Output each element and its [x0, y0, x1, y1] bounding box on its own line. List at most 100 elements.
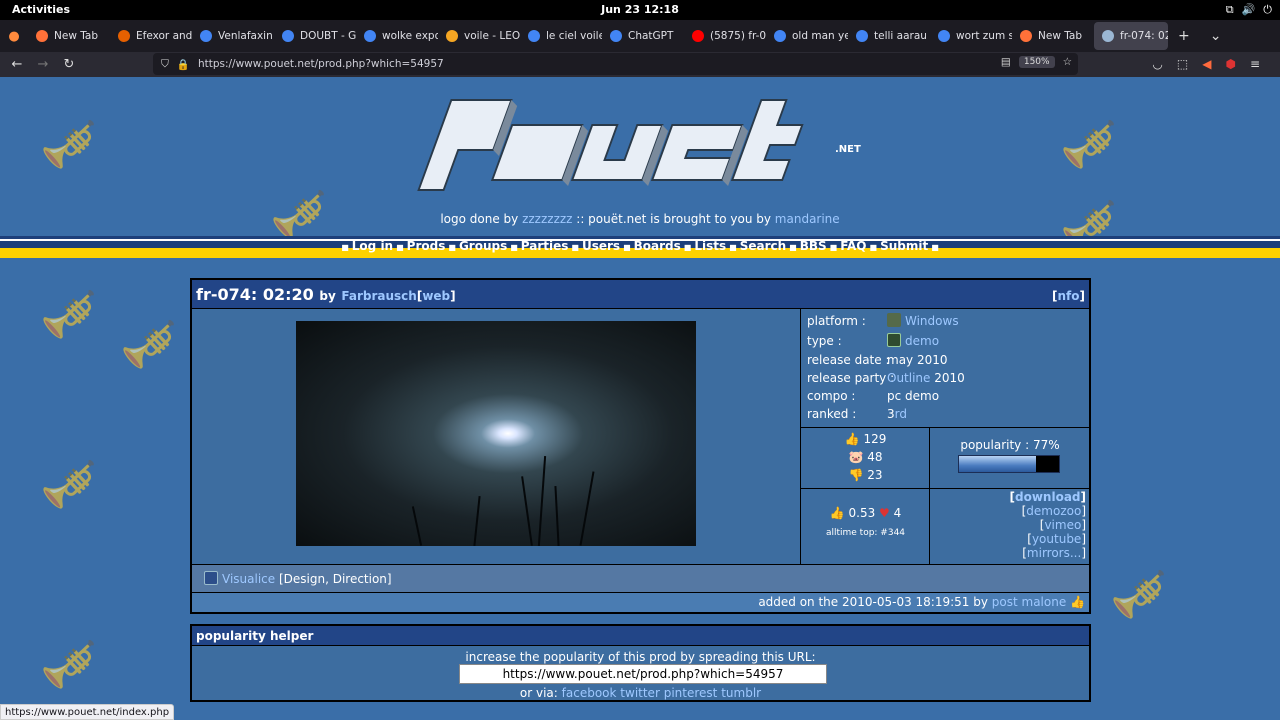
forward-button[interactable]: →	[30, 57, 56, 72]
popularity-helper-box: popularity helper increase the popularit…	[190, 624, 1091, 702]
browser-tab[interactable]: wolke expo	[356, 22, 438, 50]
download-link[interactable]: mirrors...	[1027, 546, 1081, 560]
share-link[interactable]: pinterest	[664, 686, 718, 700]
download-link[interactable]: youtube	[1032, 532, 1081, 546]
menu-item[interactable]: Parties	[521, 239, 569, 253]
menu-item[interactable]: BBS	[800, 239, 827, 253]
ublock-icon[interactable]: ⬢	[1225, 57, 1235, 71]
reader-view-icon[interactable]: ▤	[1001, 56, 1011, 68]
browser-tab[interactable]: wort zum sc	[930, 22, 1012, 50]
power-icon: ⏻	[1263, 3, 1272, 16]
logo-author-link[interactable]: zzzzzzzz	[522, 212, 572, 226]
browser-tab[interactable]: voile - LEO:	[438, 22, 520, 50]
extensions-icon[interactable]: ⬚	[1177, 57, 1188, 71]
tab-label: le ciel voile	[546, 30, 602, 42]
share-link[interactable]: facebook	[562, 686, 617, 700]
prod-info-panel: platform : Windows type : demo release dat…	[800, 309, 1089, 427]
thumbs-down-votes: 👎 23	[848, 468, 883, 482]
nfo-link[interactable]: nfo	[1058, 289, 1080, 303]
url-text[interactable]: https://www.pouet.net/prod.php?which=549…	[198, 58, 444, 70]
browser-tab[interactable]: telli aarau p	[848, 22, 930, 50]
share-url-input[interactable]	[459, 664, 827, 684]
back-button[interactable]: ←	[4, 57, 30, 72]
trumpet-bg-icon: 🎺	[1110, 567, 1168, 621]
browser-tab[interactable]: New Tab	[28, 22, 110, 50]
menu-item[interactable]: Groups	[459, 239, 507, 253]
download-link-row: [download]	[1009, 490, 1086, 504]
popularity-helper-header: popularity helper	[192, 626, 1089, 646]
added-by-user-link[interactable]: post malone	[992, 595, 1066, 609]
shield-icon[interactable]: ⛉	[161, 58, 169, 71]
list-all-tabs-button[interactable]: ⌄	[1200, 28, 1232, 44]
lock-icon[interactable]: 🔒	[177, 58, 190, 71]
type-link[interactable]: demo	[905, 334, 939, 348]
browser-tab[interactable]: New Tab	[1012, 22, 1094, 50]
browser-tab[interactable]: DOUBT - Go	[274, 22, 356, 50]
system-tray[interactable]: ⧉ 🔊 ⏻	[1226, 3, 1272, 17]
menu-separator: ■	[931, 243, 939, 252]
share-link[interactable]: twitter	[620, 686, 660, 700]
group-web-link[interactable]: web	[422, 289, 450, 303]
zoom-level[interactable]: 150%	[1018, 56, 1055, 68]
menu-item[interactable]: FAQ	[840, 239, 866, 253]
ranked-row: ranked :3rd	[807, 407, 907, 421]
popularity-bar	[958, 455, 1060, 473]
browser-tab[interactable]: Venlafaxin h	[192, 22, 274, 50]
menu-item[interactable]: Prods	[407, 239, 446, 253]
page-content: 🎺 🎺 🎺 🎺 🎺 🎺 🎺 🎺 🎺 .NET logo done by zzzz…	[0, 77, 1280, 720]
navigation-bar: ← → ↻ ⛉ 🔒 https://www.pouet.net/prod.php…	[0, 52, 1280, 77]
download-link[interactable]: download	[1015, 490, 1081, 504]
sponsor-link[interactable]: mandarine	[775, 212, 840, 226]
download-link[interactable]: demozoo	[1026, 504, 1081, 518]
prod-screenshot	[296, 321, 696, 546]
extension-arrow-icon[interactable]: ◀	[1202, 57, 1211, 71]
clock[interactable]: Jun 23 12:18	[0, 3, 1280, 16]
menu-item[interactable]: Lists	[694, 239, 726, 253]
menu-separator: ■	[396, 243, 404, 252]
menu-separator: ■	[341, 243, 349, 252]
compo-row: compo : pc demo	[807, 389, 940, 403]
windows-icon	[887, 313, 901, 327]
menu-item[interactable]: Submit	[880, 239, 928, 253]
volume-icon: 🔊	[1241, 3, 1256, 16]
browser-tab[interactable]: fr-074: 02✕	[1094, 22, 1168, 50]
demo-type-icon	[887, 333, 901, 347]
firefox-view-icon[interactable]: ●	[0, 29, 28, 44]
pouet-logo[interactable]: .NET	[405, 90, 875, 210]
credit-user-link[interactable]: Visualice	[222, 572, 275, 586]
menu-item[interactable]: Search	[740, 239, 786, 253]
browser-tab[interactable]: (5875) fr-03	[684, 22, 766, 50]
prod-box: fr-074: 02:20 by Farbrausch[web] [nfo] p…	[190, 278, 1091, 614]
tab-favicon-icon	[938, 30, 950, 42]
pocket-icon[interactable]: ◡	[1152, 57, 1162, 71]
bookmark-star-icon[interactable]: ☆	[1063, 56, 1072, 68]
browser-tab[interactable]: Efexor and D	[110, 22, 192, 50]
menu-item[interactable]: Users	[582, 239, 620, 253]
menu-separator: ■	[829, 243, 838, 252]
new-tab-button[interactable]: +	[1168, 28, 1200, 44]
browser-tab-strip: ● New Tab Efexor and D Venlafaxin h DOUBT -…	[0, 20, 1280, 52]
browser-tab[interactable]: le ciel voile	[520, 22, 602, 50]
download-link[interactable]: vimeo	[1044, 518, 1081, 532]
ranked-suffix-link[interactable]: rd	[895, 407, 907, 421]
tab-label: wort zum sc	[956, 30, 1012, 42]
share-links: or via: facebook twitter pinterest tumbl…	[519, 686, 762, 700]
share-link[interactable]: tumblr	[721, 686, 761, 700]
menu-item[interactable]: Boards	[634, 239, 681, 253]
platform-link[interactable]: Windows	[905, 314, 959, 328]
menu-item[interactable]: Log in	[352, 239, 393, 253]
download-link-row: [mirrors...]	[1022, 546, 1086, 560]
browser-tab[interactable]: ChatGPT	[602, 22, 684, 50]
tab-favicon-icon	[200, 30, 212, 42]
party-link[interactable]: Outline	[887, 371, 930, 385]
thumbs-up-icon: 👍	[844, 432, 860, 446]
menu-separator: ■	[869, 243, 878, 252]
tab-label: New Tab	[54, 30, 99, 42]
browser-tab[interactable]: old man yel	[766, 22, 848, 50]
app-menu-icon[interactable]: ≡	[1250, 57, 1260, 71]
nfo-link-wrap: [nfo]	[1052, 289, 1085, 303]
url-bar[interactable]: ⛉ 🔒 https://www.pouet.net/prod.php?which…	[153, 53, 1078, 75]
prod-title: fr-074: 02:20 by Farbrausch[web]	[196, 285, 456, 304]
reload-button[interactable]: ↻	[56, 57, 82, 72]
group-link[interactable]: Farbrausch	[341, 289, 416, 303]
